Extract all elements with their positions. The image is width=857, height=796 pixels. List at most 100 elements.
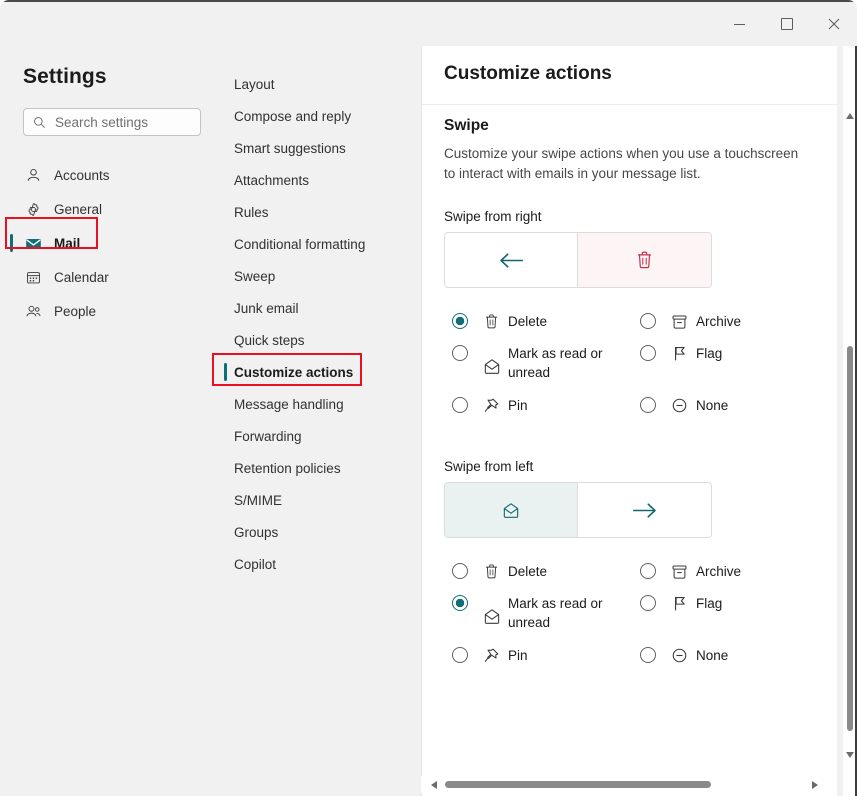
radio-button[interactable] [640,397,656,413]
window-controls [716,2,857,46]
search-settings-box[interactable]: Search settings [23,108,201,136]
radio-button[interactable] [452,345,468,361]
sidebar-items: Accounts General [0,158,221,328]
sidebar-item-general[interactable]: General [0,192,221,226]
sidebar-item-accounts[interactable]: Accounts [0,158,221,192]
calendar-icon [23,267,43,287]
nav-item-label: Forwarding [234,429,302,444]
nav-item-retention-policies[interactable]: Retention policies [221,452,421,484]
nav-item-label: S/MIME [234,493,282,508]
scroll-left-button[interactable] [427,776,441,793]
nav-item-label: Smart suggestions [234,141,346,156]
nav-item-sweep[interactable]: Sweep [221,260,421,292]
radio-button[interactable] [640,563,656,579]
radio-button[interactable] [452,595,468,611]
nav-item-groups[interactable]: Groups [221,516,421,548]
arrow-right-icon [631,501,658,520]
sidebar-item-label: General [54,202,102,217]
sidebar-item-calendar[interactable]: Calendar [0,260,221,294]
radio-left-delete[interactable]: Delete [452,562,547,581]
minimize-button[interactable] [716,2,763,46]
option-label: Mark as read or unread [508,344,618,382]
preview-right-half [578,483,711,537]
trash-icon [482,312,501,331]
radio-left-none[interactable]: None [640,646,728,665]
close-button[interactable] [810,2,857,46]
nav-item-message-handling[interactable]: Message handling [221,388,421,420]
scroll-right-button[interactable] [807,776,821,793]
flag-icon [670,594,689,613]
archive-icon [670,312,689,331]
nav-item-attachments[interactable]: Attachments [221,164,421,196]
radio-left-flag[interactable]: Flag [640,594,722,613]
settings-window: Settings Search settings Accounts [0,0,857,796]
radio-button[interactable] [452,397,468,413]
nav-item-rules[interactable]: Rules [221,196,421,228]
radio-right-pin[interactable]: Pin [452,396,528,415]
nav-item-compose-and-reply[interactable]: Compose and reply [221,100,421,132]
nav-item-junk-email[interactable]: Junk email [221,292,421,324]
option-label: Delete [508,312,547,331]
radio-left-mark-read-unread[interactable]: Mark as read or unread [452,594,618,632]
radio-button[interactable] [452,563,468,579]
circle-minus-icon [670,646,689,665]
nav-item-layout[interactable]: Layout [221,68,421,100]
maximize-button[interactable] [763,2,810,46]
radio-right-none[interactable]: None [640,396,728,415]
radio-button[interactable] [640,345,656,361]
radio-button[interactable] [452,313,468,329]
swipe-from-right-label: Swipe from right [444,209,542,224]
radio-left-pin[interactable]: Pin [452,646,528,665]
radio-button[interactable] [640,313,656,329]
nav-item-label: Junk email [234,301,299,316]
radio-button[interactable] [640,595,656,611]
radio-right-archive[interactable]: Archive [640,312,741,331]
option-label: Pin [508,396,528,415]
nav-item-customize-actions[interactable]: Customize actions [221,356,421,388]
radio-right-delete[interactable]: Delete [452,312,547,331]
archive-icon [670,562,689,581]
nav-item-quick-steps[interactable]: Quick steps [221,324,421,356]
radio-left-archive[interactable]: Archive [640,562,741,581]
swipe-from-left-label: Swipe from left [444,459,533,474]
nav-item-label: Customize actions [234,365,353,380]
radio-right-mark-read-unread[interactable]: Mark as read or unread [452,344,618,382]
caret-left-icon [431,781,438,789]
sidebar-item-label: Accounts [54,168,110,183]
mail-icon [23,233,43,253]
preview-right-half [578,233,711,287]
nav-items: Layout Compose and reply Smart suggestio… [221,68,421,580]
settings-sidebar: Settings Search settings Accounts [0,46,221,796]
content-header: Customize actions [422,46,837,105]
radio-button[interactable] [452,647,468,663]
page-title: Settings [23,65,107,89]
radio-button[interactable] [640,647,656,663]
nav-item-label: Quick steps [234,333,305,348]
horizontal-scroll-thumb[interactable] [445,781,711,788]
arrow-left-icon [498,251,525,270]
sidebar-item-label: People [54,304,96,319]
sidebar-item-mail[interactable]: Mail [0,226,221,260]
sidebar-item-label: Mail [54,236,80,251]
envelope-open-icon [482,356,501,375]
mail-settings-nav: Layout Compose and reply Smart suggestio… [221,46,421,796]
vertical-scroll-thumb[interactable] [847,346,853,731]
nav-item-smart-suggestions[interactable]: Smart suggestions [221,132,421,164]
nav-item-copilot[interactable]: Copilot [221,548,421,580]
horizontal-scrollbar[interactable] [421,776,837,793]
swipe-from-right-preview [444,232,712,288]
maximize-icon [781,18,793,30]
option-label: None [696,396,728,415]
option-label: Archive [696,562,741,581]
nav-item-forwarding[interactable]: Forwarding [221,420,421,452]
nav-item-label: Rules [234,205,269,220]
option-label: Flag [696,344,722,363]
pin-icon [482,646,501,665]
nav-item-smime[interactable]: S/MIME [221,484,421,516]
nav-item-conditional-formatting[interactable]: Conditional formatting [221,228,421,260]
search-input-placeholder: Search settings [55,115,148,130]
people-icon [23,301,43,321]
nav-item-label: Groups [234,525,278,540]
radio-right-flag[interactable]: Flag [640,344,722,363]
sidebar-item-people[interactable]: People [0,294,221,328]
